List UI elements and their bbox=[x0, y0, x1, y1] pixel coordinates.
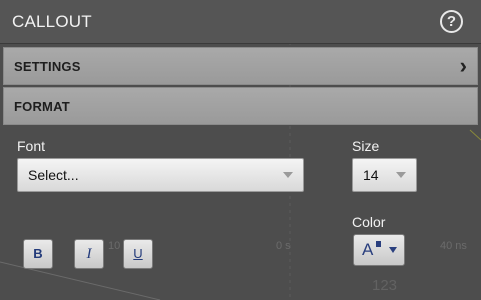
font-dropdown[interactable]: Select... bbox=[17, 158, 304, 192]
chevron-down-icon bbox=[389, 247, 397, 253]
chevron-down-icon bbox=[283, 172, 293, 178]
text-color-icon: A bbox=[362, 240, 374, 259]
text-color-button[interactable]: A bbox=[353, 234, 405, 266]
chevron-down-icon bbox=[396, 172, 406, 178]
font-label: Font bbox=[17, 138, 46, 154]
size-dropdown[interactable]: 14 bbox=[352, 158, 417, 192]
underline-button[interactable]: U bbox=[123, 239, 153, 269]
bold-button[interactable]: B bbox=[23, 239, 53, 269]
help-circle-icon[interactable]: ? bbox=[440, 10, 463, 33]
color-swatch bbox=[376, 241, 381, 247]
settings-section-label: SETTINGS bbox=[14, 59, 81, 74]
italic-button[interactable]: I bbox=[74, 239, 104, 269]
size-dropdown-value: 14 bbox=[363, 167, 379, 183]
format-panel: Font Select... Size 14 Color A B I U bbox=[3, 127, 478, 297]
format-section-label: FORMAT bbox=[14, 99, 70, 114]
settings-section-header[interactable]: SETTINGS › bbox=[3, 47, 478, 85]
color-label: Color bbox=[352, 214, 386, 230]
size-label: Size bbox=[352, 138, 380, 154]
font-dropdown-value: Select... bbox=[28, 167, 79, 183]
panel-title: CALLOUT bbox=[12, 12, 92, 31]
callout-title-bar: CALLOUT ? bbox=[0, 0, 481, 44]
chevron-right-icon: › bbox=[459, 53, 467, 78]
format-section-header[interactable]: FORMAT bbox=[3, 87, 478, 125]
